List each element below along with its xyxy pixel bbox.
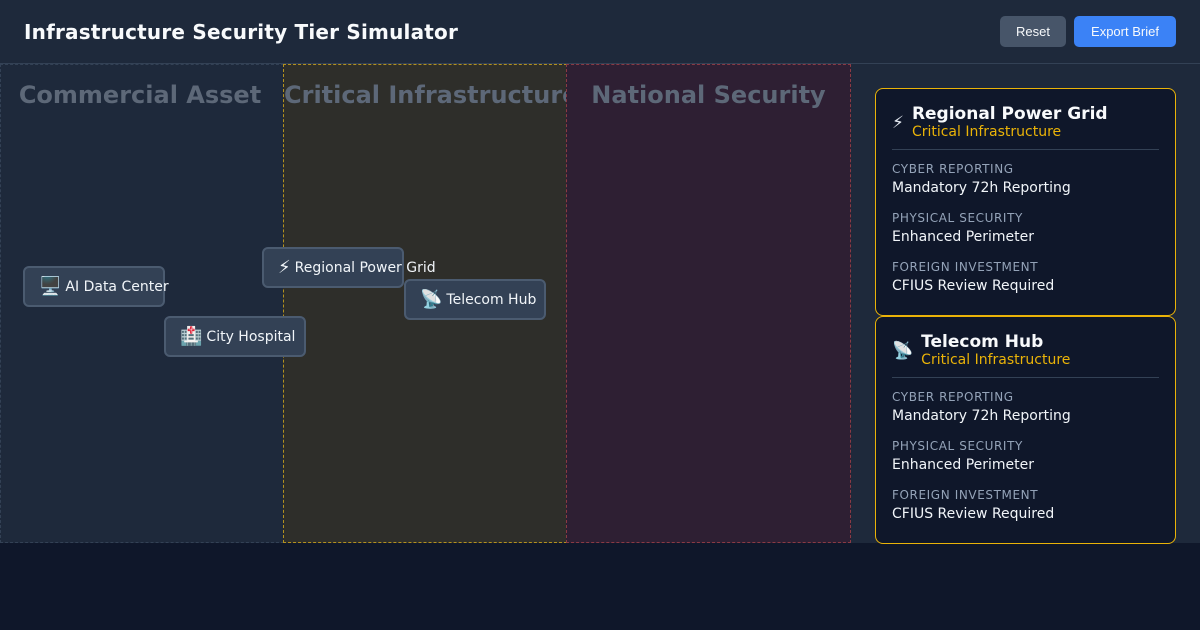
app-header: Infrastructure Security Tier Simulator R… — [0, 0, 1200, 64]
asset-regional-power-grid[interactable]: ⚡ Regional Power Grid — [262, 247, 436, 288]
field-label: FOREIGN INVESTMENT — [892, 488, 1039, 502]
field-label: CYBER REPORTING — [892, 162, 1014, 176]
field-value: CFIUS Review Required — [892, 506, 1055, 522]
detail-card-telecom-hub: 📡 Telecom Hub Critical Infrastructure CY… — [875, 316, 1176, 544]
field-physical-security: PHYSICAL SECURITY Enhanced Perimeter — [892, 438, 1159, 476]
card-header: 📡 Telecom Hub Critical Infrastructure — [892, 333, 1159, 378]
asset-city-hospital[interactable]: 🏥 City Hospital — [164, 316, 306, 357]
header-actions: Reset Export Brief — [1000, 16, 1176, 47]
card-title: Regional Power Grid — [911, 104, 1108, 124]
field-value: Mandatory 72h Reporting — [892, 408, 1071, 424]
asset-label: AI Data Center — [65, 278, 169, 295]
asset-label: City Hospital — [206, 328, 296, 345]
asset-label: Telecom Hub — [446, 291, 537, 308]
asset-label: Regional Power Grid — [294, 259, 436, 276]
field-value: Mandatory 72h Reporting — [892, 180, 1071, 196]
zone-label: Critical Infrastructure — [284, 81, 579, 109]
asset-ai-data-center[interactable]: 🖥️ AI Data Center — [23, 266, 169, 307]
field-value: Enhanced Perimeter — [892, 229, 1035, 245]
lightning-icon: ⚡ — [892, 112, 904, 133]
field-cyber-reporting: CYBER REPORTING Mandatory 72h Reporting — [892, 161, 1159, 199]
field-value: CFIUS Review Required — [892, 278, 1055, 294]
satellite-dish-icon: 📡 — [892, 340, 914, 361]
hospital-icon: 🏥 — [180, 325, 203, 347]
field-foreign-investment: FOREIGN INVESTMENT CFIUS Review Required — [892, 487, 1159, 525]
field-value: Enhanced Perimeter — [892, 457, 1035, 473]
satellite-dish-icon: 📡 — [420, 288, 443, 310]
field-label: PHYSICAL SECURITY — [892, 211, 1023, 225]
field-cyber-reporting: CYBER REPORTING Mandatory 72h Reporting — [892, 389, 1159, 427]
export-brief-button[interactable]: Export Brief — [1074, 16, 1176, 47]
field-foreign-investment: FOREIGN INVESTMENT CFIUS Review Required — [892, 259, 1159, 297]
card-title: Telecom Hub — [921, 332, 1044, 352]
field-label: PHYSICAL SECURITY — [892, 439, 1023, 453]
lightning-icon: ⚡ — [278, 256, 291, 278]
zone-national-security[interactable]: National Security — [566, 64, 851, 543]
app-title: Infrastructure Security Tier Simulator — [24, 19, 459, 44]
card-header: ⚡ Regional Power Grid Critical Infrastru… — [892, 105, 1159, 150]
details-panel: ⚡ Regional Power Grid Critical Infrastru… — [851, 64, 1200, 544]
asset-telecom-hub[interactable]: 📡 Telecom Hub — [404, 279, 546, 320]
computer-icon: 🖥️ — [39, 275, 62, 297]
tier-board: Commercial Asset Critical Infrastructure… — [0, 64, 851, 543]
detail-card-regional-power-grid: ⚡ Regional Power Grid Critical Infrastru… — [875, 88, 1176, 316]
reset-button[interactable]: Reset — [1000, 16, 1066, 47]
zone-label: Commercial Asset — [18, 81, 262, 109]
field-label: FOREIGN INVESTMENT — [892, 260, 1039, 274]
field-physical-security: PHYSICAL SECURITY Enhanced Perimeter — [892, 210, 1159, 248]
zone-label: National Security — [591, 81, 826, 109]
card-tier: Critical Infrastructure — [911, 124, 1062, 140]
card-tier: Critical Infrastructure — [921, 352, 1071, 368]
field-label: CYBER REPORTING — [892, 390, 1014, 404]
